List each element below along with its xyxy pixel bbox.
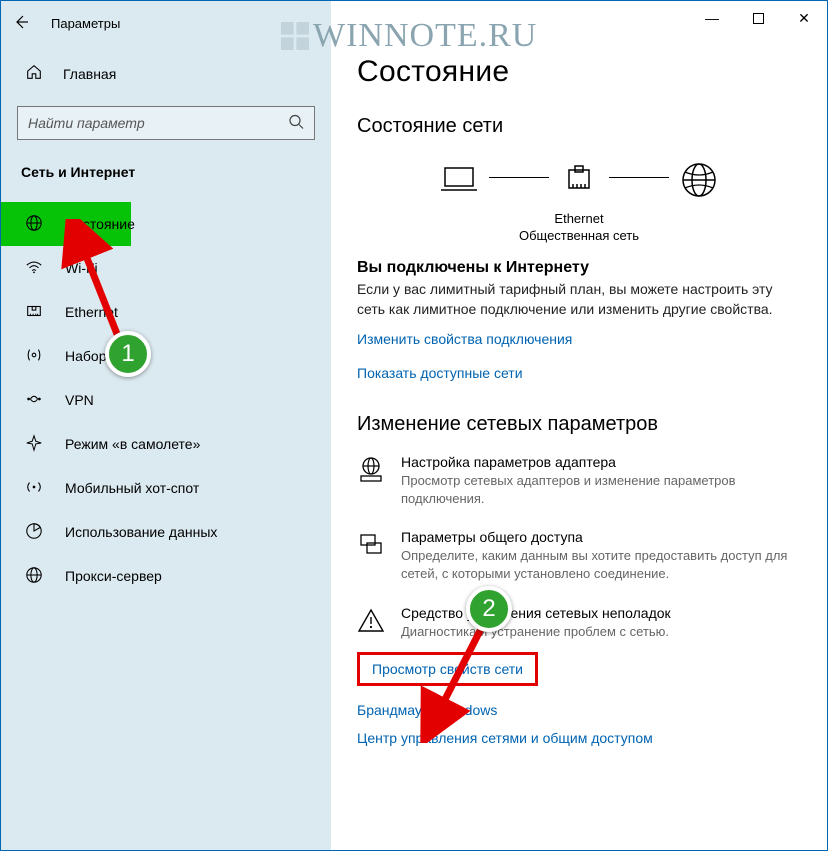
nav-item-proxy[interactable]: Прокси-сервер [1,554,331,598]
nav-item-label: Состояние [65,216,135,232]
link-network-center[interactable]: Центр управления сетями и общим доступом [357,730,653,746]
window-title: Параметры [51,16,120,31]
option-sharing[interactable]: Параметры общего доступа Определите, как… [357,529,801,582]
wifi-icon [25,258,43,279]
connected-title: Вы подключены к Интернету [357,259,801,277]
nav-item-label: Режим «в самолете» [65,436,200,452]
nav-item-label: Ethernet [65,304,118,320]
option-title: Средство устранения сетевых неполадок [401,605,671,621]
globe-icon [25,214,43,235]
section-heading: Сеть и Интернет [1,142,331,190]
nav-item-label: Wi-Fi [65,260,98,276]
search-icon [288,114,304,133]
home-icon [25,63,43,84]
nav-item-wifi[interactable]: Wi-Fi [1,246,331,290]
highlight-box: Просмотр свойств сети [357,652,538,686]
option-desc: Определите, каким данным вы хотите предо… [401,547,801,582]
connector-line [489,177,549,178]
nav-item-status[interactable]: Состояние [1,202,131,246]
ethernet-plug-icon [557,158,601,205]
nav-home-label: Главная [63,66,116,82]
diagram-caption: Ethernet Общественная сеть [357,211,801,245]
proxy-icon [25,566,43,587]
nav-item-label: Использование данных [65,524,217,540]
window-controls: — ✕ [689,1,827,35]
option-desc: Просмотр сетевых адаптеров и изменение п… [401,472,801,507]
back-button[interactable] [13,14,31,33]
option-troubleshoot[interactable]: Средство устранения сетевых неполадок Ди… [357,605,801,641]
link-change-properties[interactable]: Изменить свойства подключения [357,331,572,347]
nav-item-ethernet[interactable]: Ethernet [1,290,331,334]
annotation-badge-2: 2 [466,586,512,632]
nav-list: Состояние Wi-Fi Ethernet Набор н... [1,202,331,598]
status-heading: Состояние сети [357,115,801,138]
minimize-button[interactable]: — [689,1,735,35]
diagram-label: Ethernet [357,211,801,228]
nav-item-dialup[interactable]: Набор н... [1,334,331,378]
connector-line [609,177,669,178]
adapter-icon [357,454,385,507]
link-view-props[interactable]: Просмотр свойств сети [372,661,523,677]
annotation-badge-1: 1 [105,331,151,377]
sharing-icon [357,529,385,582]
nav-home[interactable]: Главная [1,53,331,94]
diagram-sublabel: Общественная сеть [357,228,801,245]
nav-item-label: Мобильный хот-спот [65,480,199,496]
dialup-icon [25,346,43,367]
globe-large-icon [677,158,721,205]
change-settings-heading: Изменение сетевых параметров [357,413,801,436]
close-button[interactable]: ✕ [781,1,827,35]
nav-item-vpn[interactable]: VPN [1,378,331,422]
main-content: — ✕ Состояние Состояние сети Ethernet Об… [331,1,827,850]
network-diagram [357,158,801,205]
airplane-icon [25,434,43,455]
nav-item-datausage[interactable]: Использование данных [1,510,331,554]
link-show-networks[interactable]: Показать доступные сети [357,365,523,381]
titlebar-left: Параметры [1,1,331,45]
option-adapter[interactable]: Настройка параметров адаптера Просмотр с… [357,454,801,507]
option-desc: Диагностика и устранение проблем с сетью… [401,623,671,641]
vpn-icon [25,390,43,411]
option-title: Настройка параметров адаптера [401,454,801,470]
maximize-button[interactable] [735,1,781,35]
option-title: Параметры общего доступа [401,529,801,545]
connected-description: Если у вас лимитный тарифный план, вы мо… [357,279,787,320]
nav-item-label: VPN [65,392,94,408]
hotspot-icon [25,478,43,499]
nav-item-label: Прокси-сервер [65,568,162,584]
search-input[interactable] [28,115,304,131]
search-box[interactable] [17,106,315,140]
nav-item-hotspot[interactable]: Мобильный хот-спот [1,466,331,510]
computer-icon [437,158,481,205]
link-firewall[interactable]: Брандмауэр Windows [357,702,497,718]
ethernet-icon [25,302,43,323]
sidebar: Параметры Главная Сеть и Интернет Состоя… [1,1,331,850]
warning-icon [357,605,385,641]
nav-item-airplane[interactable]: Режим «в самолете» [1,422,331,466]
datausage-icon [25,522,43,543]
